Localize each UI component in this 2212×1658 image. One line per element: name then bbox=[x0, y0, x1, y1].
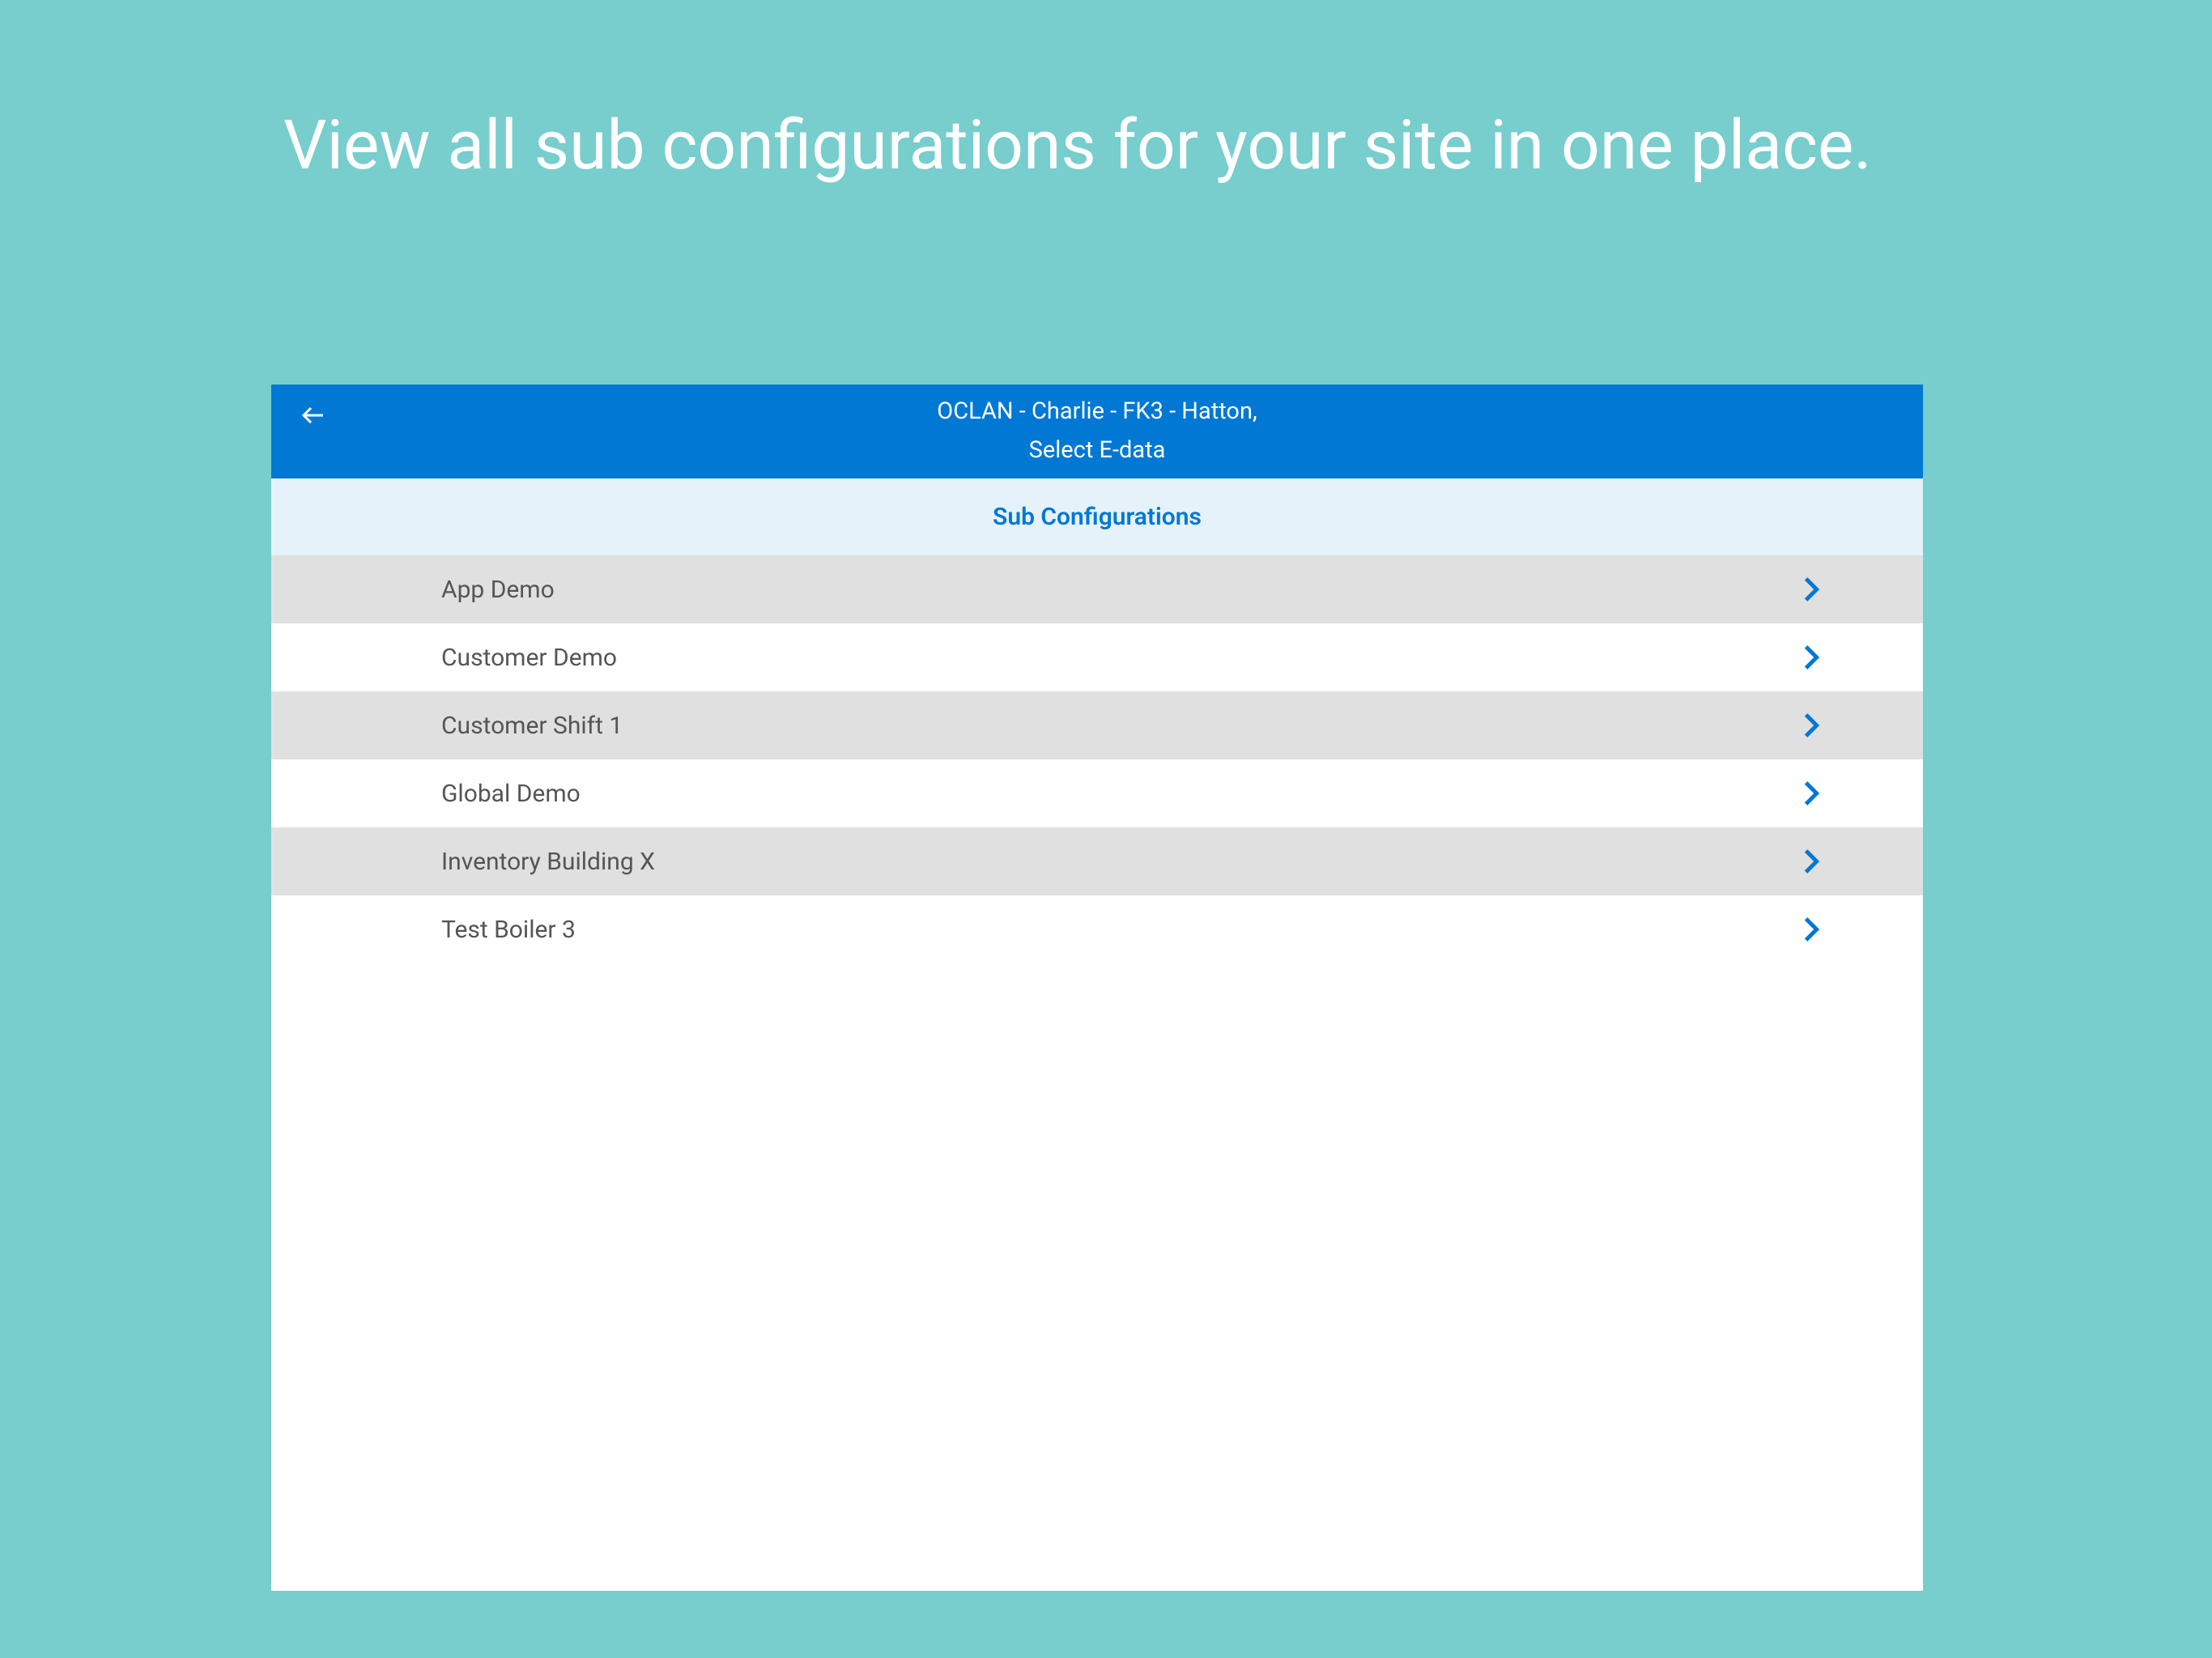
back-arrow-icon bbox=[299, 401, 328, 433]
list-item[interactable]: Inventory Building X bbox=[271, 827, 1923, 895]
list-item-label: Customer Demo bbox=[441, 644, 1798, 672]
header-subtitle: Select E-data bbox=[296, 436, 1899, 464]
list-item-label: Test Boiler 3 bbox=[441, 916, 1798, 944]
page-title: View all sub configurations for your sit… bbox=[283, 105, 1953, 187]
app-panel: OCLAN - Charlie - FK3 - Hatton, Select E… bbox=[271, 385, 1923, 1591]
list-item[interactable]: Global Demo bbox=[271, 759, 1923, 827]
chevron-right-icon bbox=[1798, 916, 1826, 943]
back-button[interactable] bbox=[297, 401, 330, 433]
breadcrumb: OCLAN - Charlie - FK3 - Hatton, bbox=[296, 397, 1899, 425]
config-list: App Demo Customer Demo Customer Shift 1 … bbox=[271, 555, 1923, 963]
list-item[interactable]: Customer Demo bbox=[271, 623, 1923, 691]
chevron-right-icon bbox=[1798, 848, 1826, 875]
chevron-right-icon bbox=[1798, 644, 1826, 671]
chevron-right-icon bbox=[1798, 780, 1826, 807]
list-item[interactable]: App Demo bbox=[271, 555, 1923, 623]
section-header: Sub Configurations bbox=[271, 478, 1923, 555]
list-item-label: Inventory Building X bbox=[441, 848, 1798, 876]
chevron-right-icon bbox=[1798, 712, 1826, 739]
app-header: OCLAN - Charlie - FK3 - Hatton, Select E… bbox=[271, 385, 1923, 478]
list-item[interactable]: Customer Shift 1 bbox=[271, 691, 1923, 759]
list-item-label: Customer Shift 1 bbox=[441, 712, 1798, 740]
chevron-right-icon bbox=[1798, 576, 1826, 603]
list-item[interactable]: Test Boiler 3 bbox=[271, 895, 1923, 963]
list-item-label: App Demo bbox=[441, 576, 1798, 604]
list-item-label: Global Demo bbox=[441, 780, 1798, 808]
